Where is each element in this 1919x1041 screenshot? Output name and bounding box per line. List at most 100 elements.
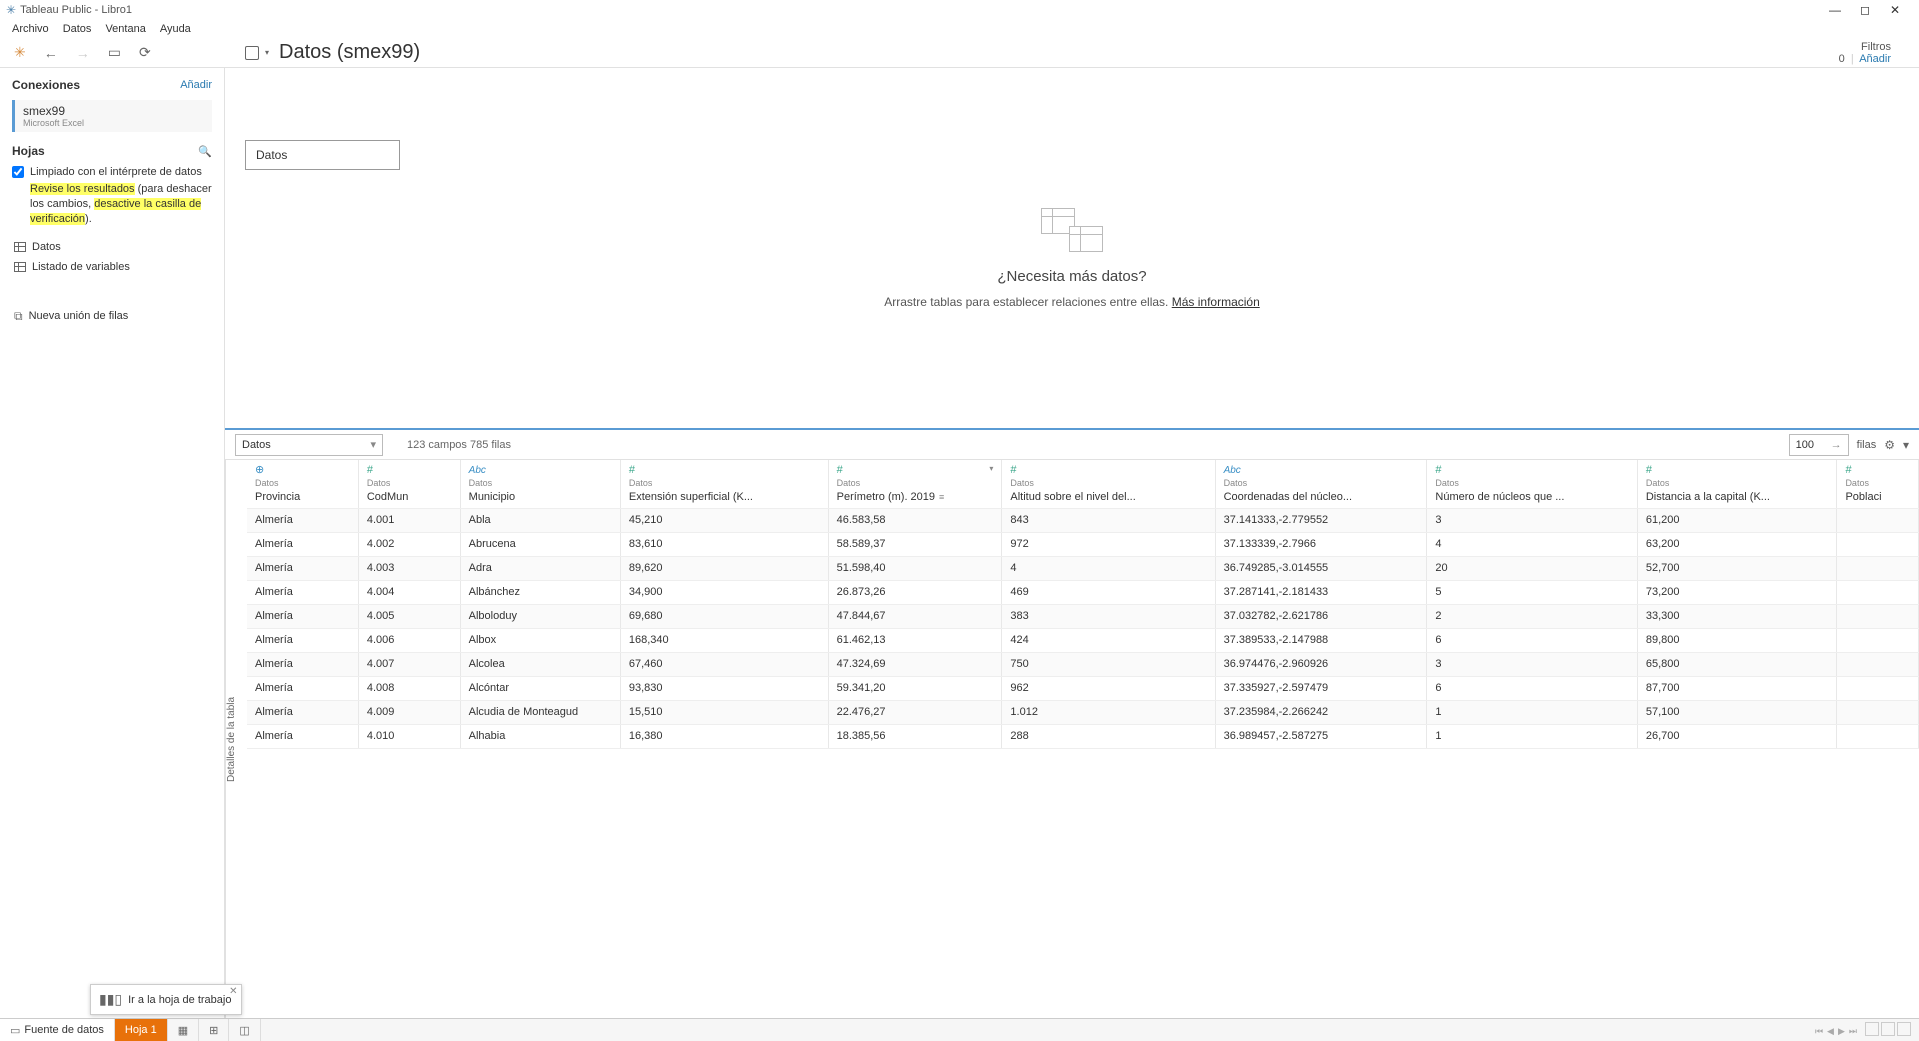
tab-nav[interactable]: ⏮◀▶⏭	[1813, 1023, 1859, 1037]
table-cell[interactable]: 4.006	[358, 628, 460, 652]
table-cell[interactable]: 61,200	[1637, 508, 1837, 532]
table-cell[interactable]: 469	[1002, 580, 1215, 604]
column-type[interactable]: #	[1837, 460, 1919, 476]
table-row[interactable]: Almería4.003Adra89,62051.598,40436.74928…	[247, 556, 1919, 580]
add-connection-link[interactable]: Añadir	[180, 79, 212, 91]
table-cell[interactable]: 1.012	[1002, 700, 1215, 724]
table-cell[interactable]: 972	[1002, 532, 1215, 556]
grid-menu-icon[interactable]: ▾	[1903, 438, 1909, 452]
table-cell[interactable]: Almería	[247, 700, 358, 724]
table-cell[interactable]: 4.005	[358, 604, 460, 628]
tooltip-close-icon[interactable]: ✕	[229, 986, 237, 997]
relation-canvas[interactable]: Datos ¿Necesita más datos? Arrastre tabl…	[225, 68, 1919, 428]
column-name[interactable]: Municipio	[460, 490, 620, 508]
column-type[interactable]: #	[620, 460, 828, 476]
column-type[interactable]: #▾	[828, 460, 1002, 476]
data-grid[interactable]: ⊕#Abc##▾#Abc### DatosDatosDatosDatosDato…	[247, 460, 1919, 1018]
column-type[interactable]: #	[1427, 460, 1637, 476]
column-name[interactable]: Número de núcleos que ...	[1427, 490, 1637, 508]
table-cell[interactable]: 4.004	[358, 580, 460, 604]
table-cell[interactable]: 6	[1427, 628, 1637, 652]
new-story-button[interactable]: ◫	[229, 1019, 260, 1041]
save-icon[interactable]: ▭	[108, 44, 121, 61]
view-mode-icons[interactable]	[1863, 1022, 1911, 1039]
table-cell[interactable]: 4.009	[358, 700, 460, 724]
table-cell[interactable]: Alcolea	[460, 652, 620, 676]
table-row[interactable]: Almería4.004Albánchez34,90026.873,264693…	[247, 580, 1919, 604]
column-type[interactable]: #	[358, 460, 460, 476]
table-cell[interactable]: Almería	[247, 532, 358, 556]
column-name[interactable]: Distancia a la capital (K...	[1637, 490, 1837, 508]
table-cell[interactable]: Alhabia	[460, 724, 620, 748]
table-cell[interactable]: 34,900	[620, 580, 828, 604]
table-cell[interactable]: 45,210	[620, 508, 828, 532]
table-cell[interactable]: Almería	[247, 508, 358, 532]
column-name[interactable]: Provincia	[247, 490, 358, 508]
table-details-tab[interactable]: Detalles de la tabla	[225, 460, 247, 1018]
column-name[interactable]: Coordenadas del núcleo...	[1215, 490, 1427, 508]
table-cell[interactable]: 3	[1427, 652, 1637, 676]
table-cell[interactable]: 5	[1427, 580, 1637, 604]
minimize-button[interactable]: —	[1829, 4, 1841, 16]
table-cell[interactable]: 383	[1002, 604, 1215, 628]
table-row[interactable]: Almería4.009Alcudia de Monteagud15,51022…	[247, 700, 1919, 724]
table-cell[interactable]: 58.589,37	[828, 532, 1002, 556]
table-cell[interactable]: Almería	[247, 604, 358, 628]
table-cell[interactable]: 63,200	[1637, 532, 1837, 556]
table-cell[interactable]: 4.010	[358, 724, 460, 748]
table-row[interactable]: Almería4.006Albox168,34061.462,1342437.3…	[247, 628, 1919, 652]
table-cell[interactable]: 843	[1002, 508, 1215, 532]
table-cell[interactable]	[1837, 628, 1919, 652]
table-cell[interactable]: Abla	[460, 508, 620, 532]
table-cell[interactable]: 65,800	[1637, 652, 1837, 676]
maximize-button[interactable]: ◻	[1859, 4, 1871, 16]
table-cell[interactable]: Adra	[460, 556, 620, 580]
table-cell[interactable]: Albánchez	[460, 580, 620, 604]
table-cell[interactable]: 4.001	[358, 508, 460, 532]
table-cell[interactable]	[1837, 676, 1919, 700]
table-cell[interactable]: 168,340	[620, 628, 828, 652]
table-cell[interactable]: 67,460	[620, 652, 828, 676]
sheet-item-variables[interactable]: Listado de variables	[12, 257, 212, 277]
table-cell[interactable]: 51.598,40	[828, 556, 1002, 580]
table-cell[interactable]: Almería	[247, 556, 358, 580]
table-cell[interactable]: 4	[1427, 532, 1637, 556]
column-type[interactable]: Abc	[1215, 460, 1427, 476]
close-button[interactable]: ✕	[1889, 4, 1901, 16]
table-cell[interactable]: 36.989457,-2.587275	[1215, 724, 1427, 748]
table-cell[interactable]	[1837, 532, 1919, 556]
interpreter-checkbox-row[interactable]: Limpiado con el intérprete de datos	[12, 166, 212, 178]
table-cell[interactable]: 4.007	[358, 652, 460, 676]
table-cell[interactable]: Albox	[460, 628, 620, 652]
table-cell[interactable]: Almería	[247, 724, 358, 748]
table-row[interactable]: Almería4.010Alhabia16,38018.385,5628836.…	[247, 724, 1919, 748]
table-row[interactable]: Almería4.008Alcóntar93,83059.341,2096237…	[247, 676, 1919, 700]
table-cell[interactable]: 46.583,58	[828, 508, 1002, 532]
table-cell[interactable]: 962	[1002, 676, 1215, 700]
table-cell[interactable]: 37.335927,-2.597479	[1215, 676, 1427, 700]
column-name[interactable]: Perímetro (m). 2019≡	[828, 490, 1002, 508]
table-cell[interactable]: 4.002	[358, 532, 460, 556]
table-cell[interactable]: 89,800	[1637, 628, 1837, 652]
table-cell[interactable]: 26.873,26	[828, 580, 1002, 604]
table-row[interactable]: Almería4.001Abla45,21046.583,5884337.141…	[247, 508, 1919, 532]
table-row[interactable]: Almería4.007Alcolea67,46047.324,6975036.…	[247, 652, 1919, 676]
menu-file[interactable]: Archivo	[12, 23, 49, 35]
table-cell[interactable]: 15,510	[620, 700, 828, 724]
search-icon[interactable]: 🔍	[198, 145, 212, 158]
sheet-item-datos[interactable]: Datos	[12, 237, 212, 257]
tableau-icon[interactable]: ✳	[14, 44, 26, 61]
table-cell[interactable]: 1	[1427, 700, 1637, 724]
table-cell[interactable]: 52,700	[1637, 556, 1837, 580]
table-cell[interactable]	[1837, 700, 1919, 724]
table-cell[interactable]: 18.385,56	[828, 724, 1002, 748]
review-highlight-1[interactable]: Revise los resultados	[30, 183, 135, 195]
table-cell[interactable]: 36.974476,-2.960926	[1215, 652, 1427, 676]
table-cell[interactable]: 424	[1002, 628, 1215, 652]
logical-table-datos[interactable]: Datos	[245, 140, 400, 170]
new-union-item[interactable]: ⧉ Nueva unión de filas	[12, 305, 212, 328]
menu-data[interactable]: Datos	[63, 23, 92, 35]
row-limit-input[interactable]: 100→	[1789, 434, 1849, 456]
interpreter-checkbox[interactable]	[12, 166, 24, 178]
column-name[interactable]: Altitud sobre el nivel del...	[1002, 490, 1215, 508]
